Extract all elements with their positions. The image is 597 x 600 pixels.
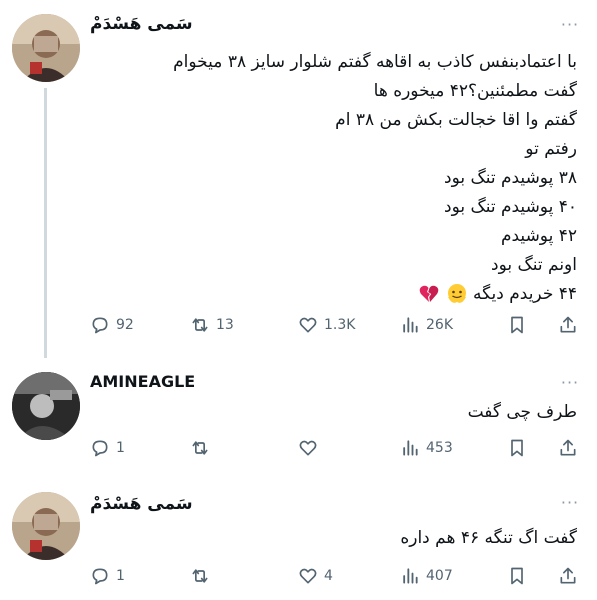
share-icon bbox=[560, 567, 576, 584]
reply-count: 1 bbox=[116, 440, 125, 456]
reply-button[interactable]: 1 bbox=[90, 564, 125, 588]
avatar[interactable] bbox=[12, 372, 80, 440]
view-count: 453 bbox=[426, 440, 453, 456]
share-button[interactable] bbox=[558, 564, 578, 588]
text-line: اونم تنگ بود bbox=[491, 255, 577, 275]
bookmark-icon bbox=[511, 439, 523, 457]
retweet-button[interactable] bbox=[190, 436, 216, 460]
reply-icon bbox=[92, 440, 108, 457]
action-bar: 1 4 407 bbox=[90, 564, 585, 588]
share-icon bbox=[560, 316, 576, 333]
more-options-button[interactable]: ··· bbox=[557, 495, 583, 511]
retweet-button[interactable] bbox=[190, 564, 216, 588]
views-button[interactable]: 453 bbox=[400, 436, 453, 460]
tweet-text: طرف چی گفت bbox=[468, 398, 577, 427]
views-icon bbox=[403, 317, 418, 333]
views-icon bbox=[403, 440, 418, 456]
avatar[interactable] bbox=[12, 492, 80, 560]
tweet-text: با اعتمادبنفس کاذب به اقاهه گفتم شلوار س… bbox=[173, 48, 577, 309]
share-button[interactable] bbox=[558, 436, 578, 460]
text-line: ۳۸ پوشیدم تنگ بود bbox=[444, 168, 577, 188]
text-line: گفت مطمئنین؟۴۲ میخوره ها bbox=[373, 81, 577, 101]
text-line: گفتم وا اقا خجالت بکش من ۳۸ ام bbox=[335, 110, 577, 130]
reply-button[interactable]: 92 bbox=[90, 313, 134, 337]
avatar[interactable] bbox=[12, 14, 80, 82]
bookmark-button[interactable] bbox=[507, 564, 527, 588]
view-count: 26K bbox=[426, 317, 453, 333]
views-button[interactable]: 26K bbox=[400, 313, 453, 337]
like-button[interactable] bbox=[298, 436, 324, 460]
reply-icon bbox=[92, 317, 108, 334]
views-icon bbox=[403, 568, 418, 584]
reply-count: 92 bbox=[116, 317, 134, 333]
bookmark-button[interactable] bbox=[507, 313, 527, 337]
text-line: با اعتمادبنفس کاذب به اقاهه گفتم شلوار س… bbox=[173, 52, 577, 72]
tweet-3[interactable]: سَمی هَسْدَمْ ··· گفت اگ تنگه ۴۶ هم داره… bbox=[0, 480, 597, 600]
more-options-button[interactable]: ··· bbox=[557, 375, 583, 391]
heart-icon bbox=[299, 568, 317, 584]
thread-line bbox=[44, 88, 47, 358]
more-options-button[interactable]: ··· bbox=[557, 17, 583, 33]
text-line: طرف چی گفت bbox=[467, 402, 577, 422]
like-button[interactable]: 1.3K bbox=[298, 313, 355, 337]
reply-button[interactable]: 1 bbox=[90, 436, 125, 460]
text-line-last: ۴۴ خریدم دیگه bbox=[173, 280, 577, 309]
reply-icon bbox=[92, 568, 108, 585]
tweet-text: گفت اگ تنگه ۴۶ هم داره bbox=[400, 524, 577, 553]
heart-icon bbox=[299, 317, 317, 333]
views-button[interactable]: 407 bbox=[400, 564, 453, 588]
retweet-icon bbox=[192, 441, 208, 455]
text-line: ۴۰ پوشیدم تنگ بود bbox=[444, 197, 577, 217]
action-bar: 92 13 1.3K 26K bbox=[90, 313, 585, 337]
share-button[interactable] bbox=[558, 313, 578, 337]
author-name[interactable]: AMINEAGLE bbox=[90, 372, 195, 391]
tweet-1[interactable]: سَمی هَسْدَمْ ··· با اعتمادبنفس کاذب به … bbox=[0, 0, 597, 358]
bookmark-icon bbox=[511, 316, 523, 334]
text-line: رفتم تو bbox=[525, 139, 577, 159]
retweet-count: 13 bbox=[216, 317, 234, 333]
view-count: 407 bbox=[426, 568, 453, 584]
bookmark-icon bbox=[511, 567, 523, 585]
retweet-icon bbox=[192, 318, 208, 332]
heart-icon bbox=[299, 440, 317, 456]
reply-count: 1 bbox=[116, 568, 125, 584]
author-name[interactable]: سَمی هَسْدَمْ bbox=[90, 494, 193, 514]
retweet-icon bbox=[192, 569, 208, 583]
like-button[interactable]: 4 bbox=[298, 564, 333, 588]
retweet-button[interactable]: 13 bbox=[190, 313, 234, 337]
broken-heart-emoji bbox=[419, 285, 439, 302]
melting-face-emoji bbox=[447, 284, 466, 303]
text-line: گفت اگ تنگه ۴۶ هم داره bbox=[400, 528, 577, 548]
action-bar: 1 453 bbox=[90, 436, 585, 460]
share-icon bbox=[560, 439, 576, 456]
text-line: ۴۲ پوشیدم bbox=[500, 226, 577, 246]
bookmark-button[interactable] bbox=[507, 436, 527, 460]
tweet-2[interactable]: AMINEAGLE ··· طرف چی گفت 1 453 bbox=[0, 360, 597, 475]
author-name[interactable]: سَمی هَسْدَمْ bbox=[90, 14, 193, 34]
text-line: ۴۴ خریدم دیگه bbox=[473, 284, 577, 304]
like-count: 1.3K bbox=[324, 317, 356, 333]
like-count: 4 bbox=[324, 568, 333, 584]
